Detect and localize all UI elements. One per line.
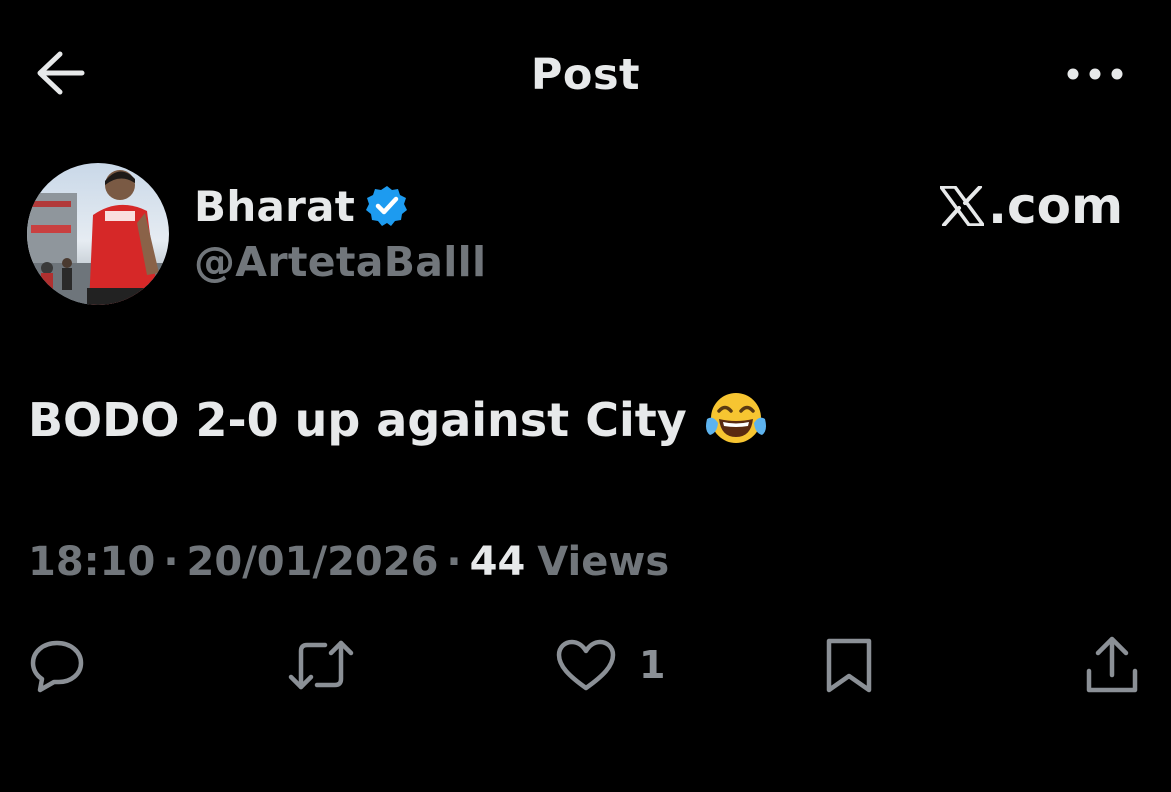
tweet-time[interactable]: 18:10: [28, 539, 155, 585]
face-with-tears-of-joy-emoji: [705, 388, 769, 452]
page-title: Post: [530, 50, 641, 100]
retweet-icon: [287, 639, 355, 691]
watermark: .com: [940, 177, 1124, 235]
share-icon: [1084, 635, 1140, 695]
more-horizontal-icon: [1066, 66, 1124, 85]
like-button[interactable]: 1: [555, 630, 665, 700]
reply-button[interactable]: [28, 630, 86, 700]
watermark-text: .com: [988, 177, 1124, 235]
separator-dot: ·: [446, 539, 462, 585]
separator-dot: ·: [163, 539, 179, 585]
bookmark-icon: [823, 635, 875, 695]
display-name[interactable]: Bharat: [194, 182, 355, 231]
author-name-row[interactable]: Bharat: [194, 178, 411, 234]
views-count[interactable]: 44: [470, 539, 526, 585]
verified-badge-icon[interactable]: [365, 183, 411, 229]
bookmark-button[interactable]: [823, 630, 875, 700]
x-logo-icon: [940, 184, 986, 228]
share-button[interactable]: [1084, 630, 1140, 700]
top-bar: Post: [0, 0, 1171, 150]
tweet-text-content: BODO 2-0 up against City: [28, 393, 687, 447]
tweet-date[interactable]: 20/01/2026: [187, 539, 439, 585]
tweet-text: BODO 2-0 up against City: [28, 388, 769, 452]
reply-bubble-icon: [28, 637, 86, 693]
views-label[interactable]: Views: [537, 539, 669, 585]
action-bar: 1: [0, 630, 1171, 700]
avatar[interactable]: [27, 163, 169, 305]
tweet-meta: 18:10 · 20/01/2026 · 44 Views: [28, 535, 669, 589]
retweet-button[interactable]: [287, 630, 355, 700]
like-count: 1: [639, 643, 666, 687]
user-handle[interactable]: @ArtetaBalll: [194, 238, 486, 286]
heart-icon: [555, 638, 617, 692]
more-options-button[interactable]: [1060, 55, 1130, 95]
